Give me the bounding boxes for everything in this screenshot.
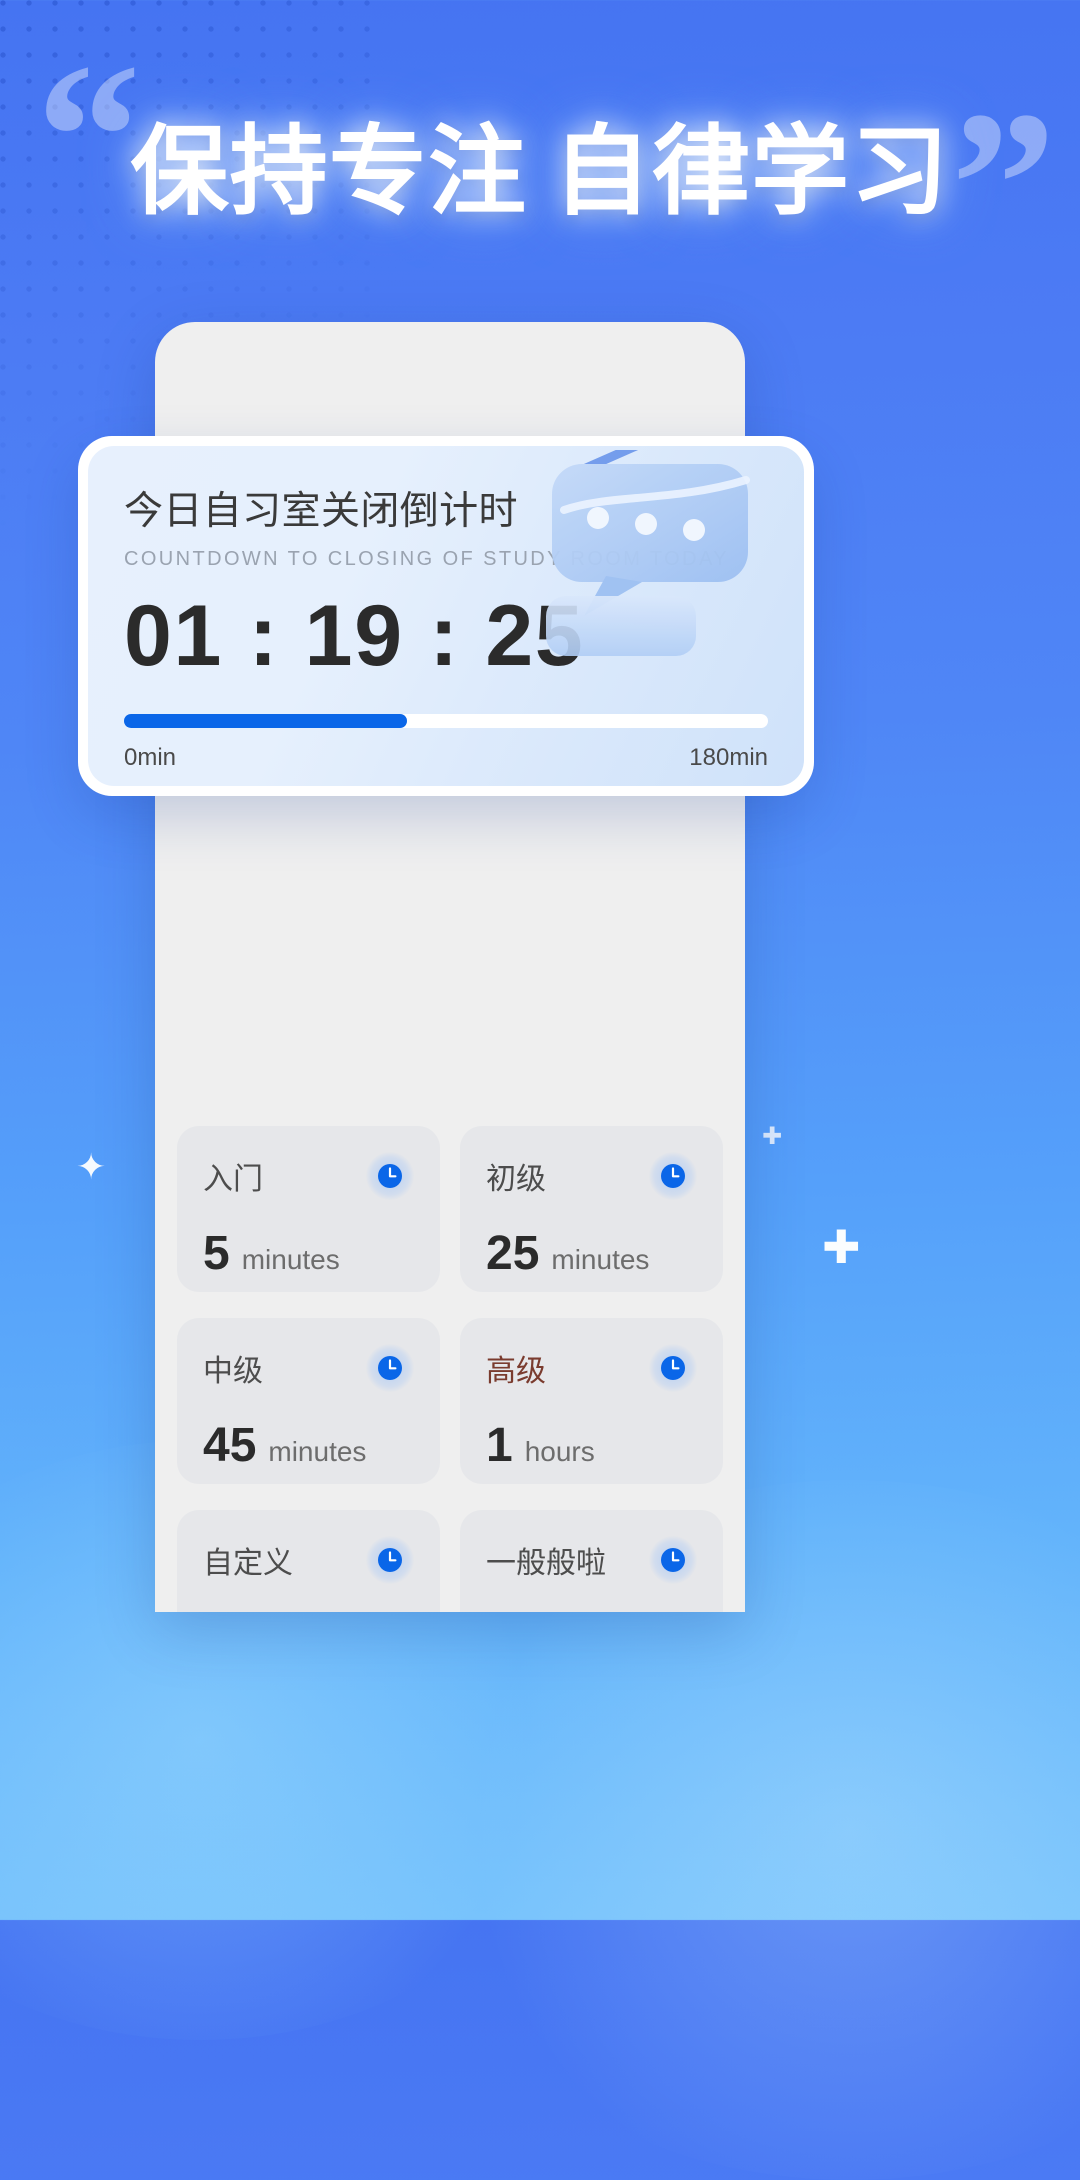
- duration-card-label: 入门: [203, 1163, 263, 1196]
- countdown-card-inner: 今日自习室关闭倒计时 COUNTDOWN TO CLOSING OF STUDY…: [88, 446, 804, 786]
- duration-card-value: 45 minutes: [203, 1422, 414, 1470]
- duration-card-value: 5 minutes: [203, 1230, 414, 1278]
- clock-icon: [649, 1536, 697, 1584]
- duration-card-label: 初级: [486, 1163, 546, 1196]
- duration-card-header: 初级: [486, 1152, 697, 1200]
- clock-icon: [366, 1152, 414, 1200]
- duration-card-header: 中级: [203, 1344, 414, 1392]
- duration-card-header: 高级: [486, 1344, 697, 1392]
- duration-card-label: 一般般啦: [486, 1547, 606, 1580]
- countdown-title: 今日自习室关闭倒计时: [124, 490, 518, 533]
- countdown-timer-value: 01 : 19 : 25: [124, 588, 585, 684]
- clock-icon: [366, 1344, 414, 1392]
- duration-grid: 入门 5 minutes 初级 25 minutes 中级 45 minutes…: [177, 1126, 723, 1612]
- duration-card-header: 入门: [203, 1152, 414, 1200]
- duration-card[interactable]: 初级 25 minutes: [460, 1126, 723, 1292]
- duration-card-value: 1 hours: [486, 1422, 697, 1470]
- quote-mark-close-icon: ”: [951, 69, 1056, 301]
- clock-icon: [649, 1344, 697, 1392]
- countdown-card: 今日自习室关闭倒计时 COUNTDOWN TO CLOSING OF STUDY…: [78, 436, 814, 796]
- duration-value-number: 1: [486, 1419, 513, 1472]
- duration-value-number: 5: [203, 1227, 230, 1280]
- progress-min-label: 0min: [124, 744, 177, 771]
- duration-value-number: 45: [203, 1419, 257, 1472]
- progress-max-label: 180min: [689, 744, 768, 771]
- duration-card[interactable]: 一般般啦 45 minutes: [460, 1510, 723, 1612]
- duration-value-number: 25: [486, 1227, 540, 1280]
- countdown-progress-fill: [124, 714, 408, 728]
- duration-card[interactable]: 自定义 0 minutes: [177, 1510, 440, 1612]
- duration-card-label: 中级: [203, 1355, 263, 1388]
- quote-mark-open-icon: “: [36, 21, 141, 253]
- countdown-progress-legend: 0min 180min: [124, 744, 768, 772]
- countdown-progress-track: [124, 714, 768, 728]
- sparkle-decoration-icon: ✚: [822, 1221, 861, 1273]
- sparkle-decoration-icon: ✚: [762, 1123, 783, 1150]
- duration-card-label: 高级: [486, 1355, 546, 1388]
- clock-icon: [649, 1152, 697, 1200]
- page-title: 保持专注 自律学习: [130, 119, 950, 227]
- countdown-subtitle: COUNTDOWN TO CLOSING OF STUDY ROOM TODAY: [124, 548, 729, 570]
- duration-value-unit: minutes: [551, 1244, 650, 1275]
- duration-card[interactable]: 入门 5 minutes: [177, 1126, 440, 1292]
- duration-value-unit: hours: [524, 1436, 595, 1467]
- duration-card-header: 一般般啦: [486, 1536, 697, 1584]
- duration-card[interactable]: 中级 45 minutes: [177, 1318, 440, 1484]
- duration-card[interactable]: 高级 1 hours: [460, 1318, 723, 1484]
- duration-card-value: 25 minutes: [486, 1230, 697, 1278]
- duration-card-header: 自定义: [203, 1536, 414, 1584]
- sparkle-decoration-icon: ✦: [76, 1146, 107, 1187]
- duration-value-unit: minutes: [241, 1244, 340, 1275]
- duration-value-unit: minutes: [268, 1436, 367, 1467]
- clock-icon: [366, 1536, 414, 1584]
- duration-card-label: 自定义: [203, 1547, 293, 1580]
